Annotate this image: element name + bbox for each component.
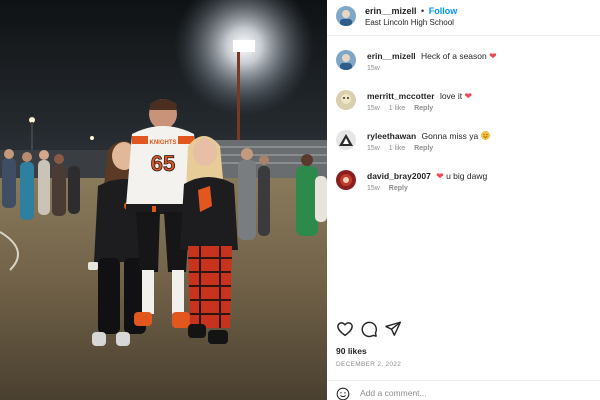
comment-text: Heck of a season bbox=[421, 51, 487, 61]
smiley-icon bbox=[336, 387, 350, 400]
commenter-avatar[interactable] bbox=[336, 50, 356, 70]
comment-button[interactable] bbox=[360, 320, 378, 338]
comment-age[interactable]: 15w bbox=[367, 185, 380, 192]
likes-count[interactable]: 90 likes bbox=[336, 346, 367, 356]
post-header: erin__mizell • Follow East Lincoln High … bbox=[327, 0, 600, 36]
stadium-light bbox=[233, 40, 255, 52]
author-avatar[interactable] bbox=[336, 6, 356, 26]
post-side-panel: erin__mizell • Follow East Lincoln High … bbox=[327, 0, 600, 400]
reply-button[interactable]: Reply bbox=[414, 145, 433, 152]
paper-plane-icon bbox=[385, 321, 402, 336]
comment-text: Gonna miss ya bbox=[421, 131, 479, 141]
comment-age[interactable]: 15w bbox=[367, 65, 380, 72]
comment-username[interactable]: erin__mizell bbox=[367, 51, 416, 61]
comment-username[interactable]: merritt_mccotter bbox=[367, 91, 435, 101]
like-button[interactable] bbox=[336, 320, 354, 338]
heart-outline-icon bbox=[337, 322, 353, 337]
distant-pole bbox=[31, 122, 33, 152]
add-comment-input[interactable] bbox=[360, 385, 560, 400]
commenter-avatar[interactable] bbox=[336, 170, 356, 190]
comment-item: david_bray2007 ❤ u big dawg 15w Reply bbox=[327, 158, 600, 196]
distant-light bbox=[90, 136, 94, 140]
reply-button[interactable]: Reply bbox=[389, 185, 408, 192]
heart-emoji-icon: ❤ bbox=[464, 91, 473, 101]
jersey-number: 65 bbox=[151, 151, 175, 176]
comment-meta: 15w 1 like Reply bbox=[367, 105, 440, 112]
comment-meta: 15w Reply bbox=[367, 185, 415, 192]
comment-item: ryleethawan Gonna miss ya 15w 1 like Rep… bbox=[327, 118, 600, 156]
post-actions bbox=[327, 318, 600, 340]
photo-scene: KNIGHTS 65 bbox=[0, 0, 327, 400]
author-username[interactable]: erin__mizell bbox=[365, 6, 417, 16]
comment-age[interactable]: 15w bbox=[367, 145, 380, 152]
jersey-team-text: KNIGHTS bbox=[150, 140, 177, 146]
post-date: December 2, 2022 bbox=[336, 361, 402, 368]
comments-list: erin__mizell Heck of a season ❤ 15w merr… bbox=[327, 36, 600, 306]
comment-text: love it bbox=[439, 91, 463, 101]
author-line: erin__mizell • Follow bbox=[365, 6, 457, 16]
share-button[interactable] bbox=[384, 320, 402, 338]
heart-emoji-icon: ❤ bbox=[489, 51, 497, 61]
speech-bubble-icon bbox=[361, 321, 378, 338]
reply-button[interactable]: Reply bbox=[414, 105, 433, 112]
smiling-face-emoji-icon bbox=[480, 131, 490, 141]
comment-username[interactable]: david_bray2007 bbox=[367, 171, 431, 181]
comment-meta: 15w bbox=[367, 65, 387, 72]
heart-emoji-icon: ❤ bbox=[436, 171, 444, 181]
comment-likes[interactable]: 1 like bbox=[389, 145, 405, 152]
comment-likes[interactable]: 1 like bbox=[389, 105, 405, 112]
commenter-avatar[interactable] bbox=[336, 90, 356, 110]
commenter-avatar[interactable] bbox=[336, 130, 356, 150]
comment-item: erin__mizell Heck of a season ❤ 15w bbox=[327, 38, 600, 76]
post-location[interactable]: East Lincoln High School bbox=[365, 18, 454, 27]
comment-meta: 15w 1 like Reply bbox=[367, 145, 440, 152]
header-separator: • bbox=[421, 6, 425, 16]
follow-button[interactable]: Follow bbox=[429, 6, 458, 16]
post-photo[interactable]: KNIGHTS 65 bbox=[0, 0, 327, 400]
add-comment-bar bbox=[327, 380, 600, 400]
emoji-picker-button[interactable] bbox=[336, 387, 350, 400]
comment-item: merritt_mccotter love it ❤ 15w 1 like Re… bbox=[327, 78, 600, 116]
light-pole bbox=[237, 52, 240, 147]
comment-username[interactable]: ryleethawan bbox=[367, 131, 416, 141]
comment-age[interactable]: 15w bbox=[367, 105, 380, 112]
comment-text: u big dawg bbox=[446, 171, 488, 181]
